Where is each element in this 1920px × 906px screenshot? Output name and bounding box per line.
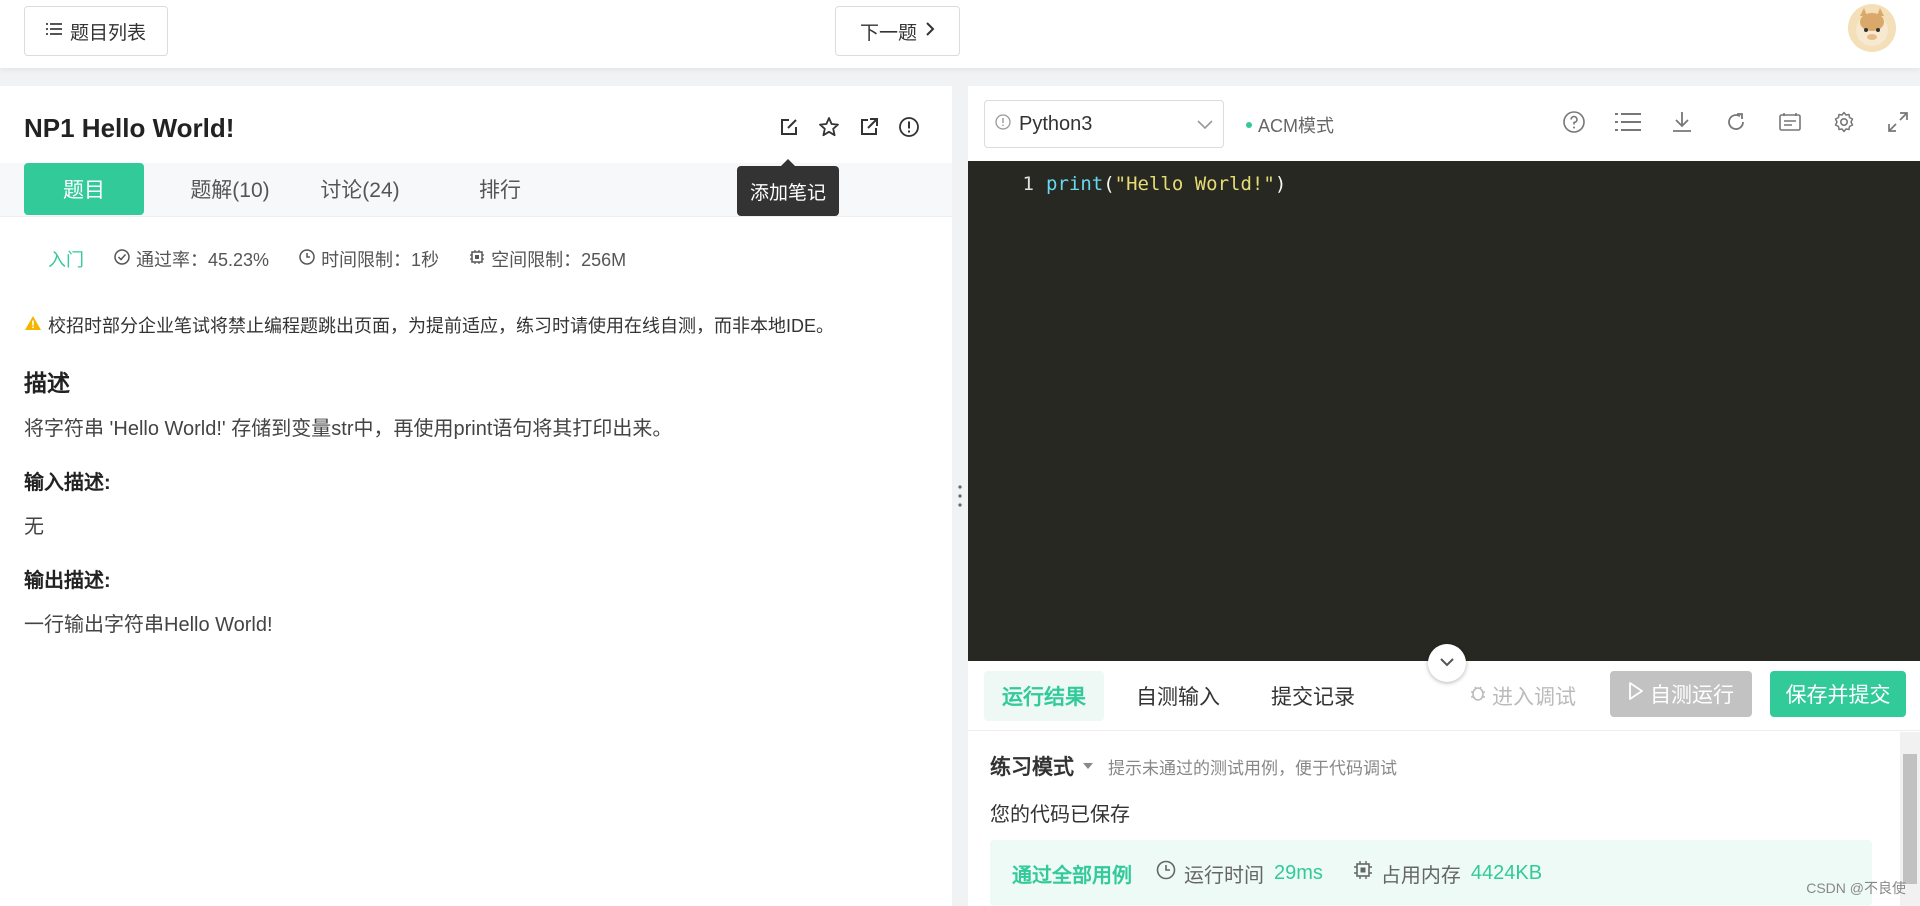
code-keyword: print [1046,173,1104,195]
collapse-output-button[interactable] [1428,644,1466,682]
next-problem-button[interactable]: 下一题 [835,6,960,56]
editor-tools [1558,106,1914,138]
description-text: 将字符串 'Hello World!' 存储到变量str中，再使用print语句… [24,418,673,440]
chevron-right-icon [925,20,935,42]
code-paren-open: ( [1103,173,1115,195]
memory-label: 占用内存 [1353,859,1461,888]
chip-icon [1353,860,1373,886]
tab-run-result[interactable]: 运行结果 [984,671,1104,721]
code-paren-close: ) [1274,173,1287,195]
space-limit: 空间限制：256M [469,246,626,272]
tab-solutions[interactable]: 题解(10) [170,163,290,215]
avatar[interactable] [1848,4,1896,52]
pass-result-box: 通过全部用例 运行时间 29ms 占用内存 4424KB [990,840,1872,906]
language-value: Python3 [1019,112,1093,135]
warning-text: 校招时部分企业笔试将禁止编程题跳出页面，为提前适应，练习时请使用在线自测，而非本… [48,316,835,336]
practice-mode-hint: 提示未通过的测试用例，便于代码调试 [1108,758,1397,778]
info-icon [995,113,1011,136]
top-bar: 题目列表 下一题 [0,0,1920,68]
problem-actions [778,116,920,138]
add-note-tooltip: 添加笔记 [737,159,839,216]
save-submit-button[interactable]: 保存并提交 [1770,671,1906,717]
description-heading: 描述 [24,370,70,396]
next-problem-label: 下一题 [859,22,917,44]
check-circle-icon [114,248,130,270]
pass-all-title: 通过全部用例 [1012,864,1132,887]
difficulty-badge: 入门 [48,250,84,270]
memory-value: 4424KB [1470,861,1543,884]
memory-label-text: 占用内存 [1380,864,1461,887]
caret-down-icon[interactable] [1082,757,1094,775]
language-select[interactable]: Python3 [984,100,1224,148]
outline-list-icon[interactable] [1612,106,1644,138]
panel-splitter[interactable] [952,86,968,906]
warning-notice: 校招时部分企业笔试将禁止编程题跳出页面，为提前适应，练习时请使用在线自测，而非本… [24,312,834,338]
star-icon[interactable] [818,116,840,138]
report-icon[interactable] [898,116,920,138]
pass-rate-text: 通过率：45.23% [136,250,270,270]
pass-rate: 通过率：45.23% [114,246,269,272]
runtime-label-text: 运行时间 [1184,864,1264,887]
keyboard-icon[interactable] [1774,106,1806,138]
edit-note-icon[interactable] [778,116,800,138]
code-line: 1 print("Hello World!") [968,173,1287,195]
acm-mode-label: ACM模式 [1258,116,1334,136]
clock-icon [1156,860,1176,886]
list-icon [45,20,62,42]
problem-title: NP1 Hello World! [24,113,235,143]
time-limit: 时间限制：1秒 [299,246,439,272]
practice-mode: 练习模式 提示未通过的测试用例，便于代码调试 [990,751,1397,781]
debug-label: 进入调试 [1492,686,1576,709]
tab-problem[interactable]: 题目 [24,163,144,215]
help-icon[interactable] [1558,106,1590,138]
warning-icon [24,315,42,336]
tab-discussion[interactable]: 讨论(24) [300,163,420,215]
chip-icon [469,249,485,270]
code-editor[interactable]: 1 print("Hello World!") [968,161,1920,661]
chevron-down-icon [1440,654,1454,672]
space-limit-text: 空间限制：256M [491,250,627,270]
self-test-run-label: 自测运行 [1650,684,1734,707]
tab-self-test-input[interactable]: 自测输入 [1118,671,1238,721]
output-heading: 输出描述: [24,570,111,592]
line-number: 1 [1022,173,1034,195]
code-string: "Hello World!" [1114,173,1275,195]
problem-list-button[interactable]: 题目列表 [24,6,168,56]
input-heading: 输入描述: [24,472,111,494]
problem-meta: 入门 通过率：45.23% 时间限制：1秒 空间限制：256M [48,246,656,272]
status-dot [1246,122,1252,128]
bug-icon [1468,683,1488,709]
watermark: CSDN @不良使 [1806,880,1906,896]
fullscreen-icon[interactable] [1882,106,1914,138]
editor-panel: Python3 ACM模式 1 print("Hello World!") 运行… [968,86,1920,906]
saved-message: 您的代码已保存 [990,804,1130,826]
time-limit-text: 时间限制：1秒 [321,250,440,270]
runtime-label: 运行时间 [1156,859,1264,888]
download-icon[interactable] [1666,106,1698,138]
debug-button[interactable]: 进入调试 [1468,671,1576,721]
share-icon[interactable] [858,116,880,138]
problem-list-label: 题目列表 [69,22,146,44]
chevron-down-icon [1197,113,1213,136]
tab-submission-history[interactable]: 提交记录 [1253,671,1373,721]
acm-mode[interactable]: ACM模式 [1246,112,1334,138]
problem-panel: NP1 Hello World! 题目 题解(10) 讨论(24) 排行 添加笔… [0,86,952,906]
self-test-run-button[interactable]: 自测运行 [1610,671,1752,717]
play-icon [1628,681,1644,707]
tab-ranking[interactable]: 排行 [440,163,560,215]
output-text: 一行输出字符串Hello World! [24,614,273,636]
editor-toolbar: Python3 ACM模式 [968,86,1920,161]
clock-icon [299,248,315,270]
scrollbar-thumb[interactable] [1903,754,1917,884]
practice-mode-select[interactable]: 练习模式 [990,751,1074,781]
settings-icon[interactable] [1828,106,1860,138]
input-text: 无 [24,516,44,538]
reset-icon[interactable] [1720,106,1752,138]
runtime-value: 29ms [1274,861,1323,884]
